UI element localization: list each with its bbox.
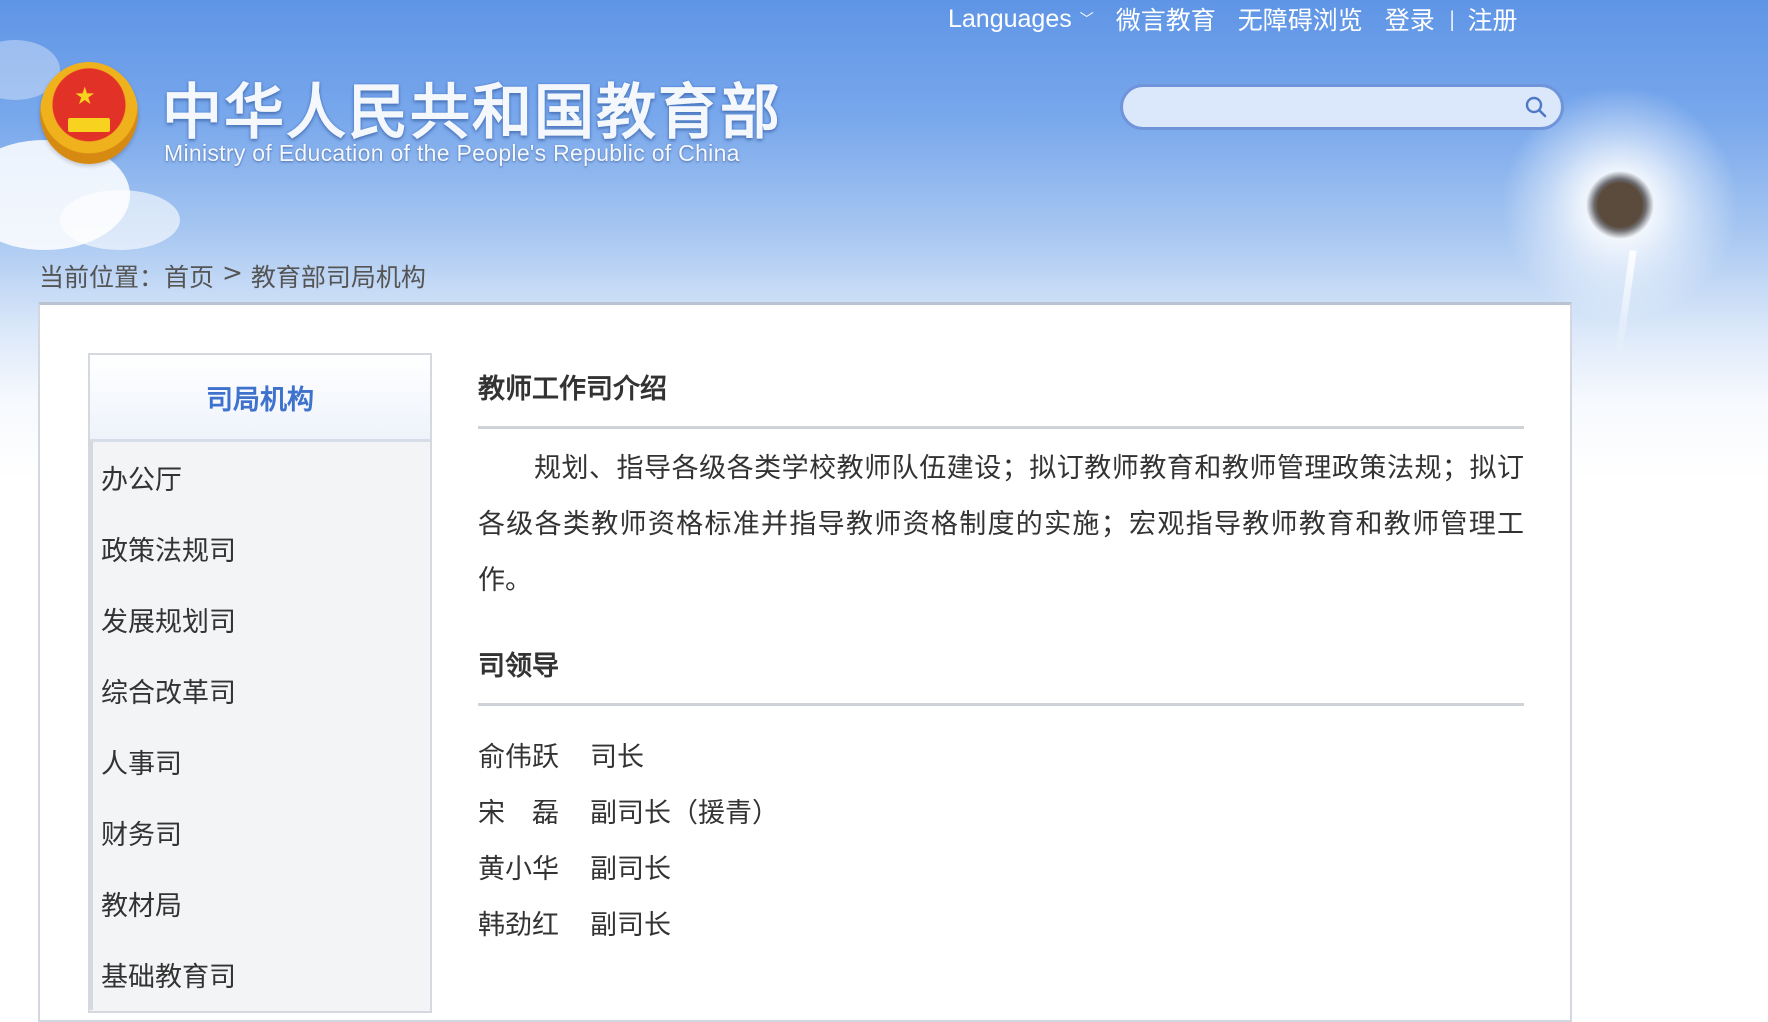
sidebar-item-basic-education[interactable]: 基础教育司 <box>90 939 430 1010</box>
search-input[interactable] <box>1137 93 1511 125</box>
sidebar-item-office[interactable]: 办公厅 <box>90 442 430 513</box>
gate-icon <box>68 118 110 132</box>
leader-name: 黄小华 <box>478 853 559 885</box>
sidebar-item-planning[interactable]: 发展规划司 <box>90 584 430 655</box>
site-title[interactable]: 中华人民共和国教育部 <box>162 64 782 151</box>
breadcrumb-current[interactable]: 教育部司局机构 <box>251 258 426 294</box>
sidebar-item-personnel[interactable]: 人事司 <box>90 726 430 797</box>
languages-label: Languages <box>948 4 1072 33</box>
breadcrumb: 当前位置： 首页 > 教育部司局机构 <box>39 258 426 294</box>
breadcrumb-home-link[interactable]: 首页 <box>164 258 214 294</box>
sidebar-item-textbook[interactable]: 教材局 <box>90 868 430 939</box>
sidebar: 司局机构 办公厅 政策法规司 发展规划司 综合改革司 人事司 财务司 教材局 基… <box>88 353 432 1013</box>
leader-name: 俞伟跃 <box>478 741 559 773</box>
link-separator: | <box>1448 7 1456 31</box>
leader-name: 宋 磊 <box>478 797 559 829</box>
sidebar-item-finance[interactable]: 财务司 <box>90 797 430 868</box>
star-icon: ★ <box>74 82 96 110</box>
search-icon[interactable] <box>1525 96 1547 118</box>
list-item: 俞伟跃 司长 <box>478 726 1524 782</box>
languages-dropdown[interactable]: Languages ﹀ <box>948 5 1116 34</box>
content-area: 教师工作司介绍 规划、指导各级各类学校教师队伍建设；拟订教师教育和教师管理政策法… <box>478 372 1524 950</box>
sidebar-item-policy[interactable]: 政策法规司 <box>90 513 430 584</box>
list-item: 宋 磊 副司长（援青） <box>478 782 1524 838</box>
sidebar-title: 司局机构 <box>90 355 430 442</box>
site-subtitle: Ministry of Education of the People's Re… <box>164 140 740 166</box>
search-box <box>1120 84 1564 130</box>
leader-title: 副司长 <box>590 909 671 941</box>
leader-title: 副司长 <box>590 853 671 885</box>
weiyan-link[interactable]: 微言教育 <box>1116 1 1216 37</box>
accessible-link[interactable]: 无障碍浏览 <box>1238 1 1363 37</box>
cloud-decoration <box>60 190 180 250</box>
list-item: 黄小华 副司长 <box>478 838 1524 894</box>
leader-title: 副司长（援青） <box>590 797 779 829</box>
breadcrumb-label: 当前位置： <box>39 263 165 292</box>
leader-name: 韩劲红 <box>478 909 559 941</box>
leader-title: 司长 <box>590 741 644 773</box>
top-links: Languages ﹀ 微言教育 无障碍浏览 登录 | 注册 <box>948 0 1540 38</box>
list-item: 韩劲红 副司长 <box>478 894 1524 950</box>
chevron-down-icon: ﹀ <box>1079 11 1094 27</box>
leaders-heading: 司领导 <box>478 649 1524 706</box>
register-link[interactable]: 注册 <box>1468 1 1518 37</box>
leaders-list: 俞伟跃 司长 宋 磊 副司长（援青） 黄小华 副司长 韩劲红 副司长 <box>478 726 1524 950</box>
sidebar-item-reform[interactable]: 综合改革司 <box>90 655 430 726</box>
login-link[interactable]: 登录 <box>1385 1 1435 37</box>
intro-heading: 教师工作司介绍 <box>478 372 1524 429</box>
breadcrumb-separator: > <box>214 258 251 287</box>
national-emblem-icon[interactable]: ★ <box>40 62 138 164</box>
intro-text: 规划、指导各级各类学校教师队伍建设；拟订教师教育和教师管理政策法规；拟订各级各类… <box>478 453 1524 596</box>
